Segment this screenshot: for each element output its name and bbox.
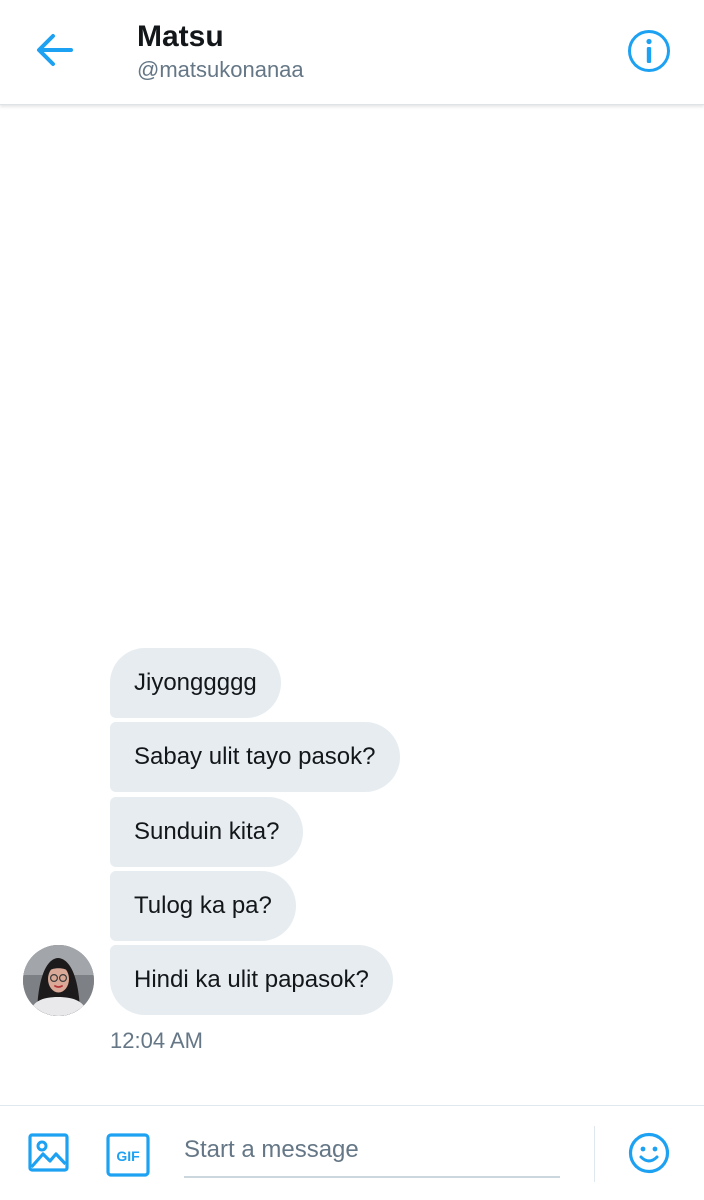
message-bubble[interactable]: Sunduin kita? bbox=[110, 797, 304, 867]
message-bubble[interactable]: Tulog ka pa? bbox=[110, 871, 296, 941]
message-input[interactable] bbox=[184, 1124, 560, 1178]
add-photo-button[interactable] bbox=[26, 1130, 72, 1176]
contact-handle: @matsukonanaa bbox=[137, 57, 304, 82]
message-bubble[interactable]: Hindi ka ulit papasok? bbox=[110, 945, 393, 1015]
gif-icon: GIF bbox=[106, 1133, 150, 1177]
message-list[interactable]: Jiyonggggg Sabay ulit tayo pasok? Sundui… bbox=[0, 105, 704, 1105]
message-bubble[interactable]: Jiyonggggg bbox=[110, 648, 281, 718]
emoji-button[interactable] bbox=[626, 1130, 672, 1176]
gif-label: GIF bbox=[116, 1148, 140, 1164]
message-composer: GIF bbox=[0, 1105, 704, 1200]
dm-conversation-screen: Matsu @matsukonanaa Jiyonggggg Sabay uli… bbox=[0, 0, 704, 1200]
contact-info-block[interactable]: Matsu @matsukonanaa bbox=[137, 20, 304, 84]
avatar-image bbox=[23, 945, 94, 1016]
conversation-header: Matsu @matsukonanaa bbox=[0, 0, 704, 105]
add-gif-button[interactable]: GIF bbox=[105, 1132, 151, 1178]
image-icon bbox=[28, 1133, 69, 1172]
arrow-left-icon bbox=[37, 34, 73, 66]
info-button[interactable] bbox=[624, 26, 674, 76]
message-timestamp: 12:04 AM bbox=[110, 1028, 203, 1053]
smiley-icon bbox=[628, 1132, 670, 1174]
back-button[interactable] bbox=[26, 26, 84, 74]
avatar[interactable] bbox=[23, 945, 94, 1016]
info-icon bbox=[628, 30, 670, 72]
contact-name: Matsu bbox=[137, 20, 224, 53]
composer-divider bbox=[594, 1126, 595, 1182]
message-bubble[interactable]: Sabay ulit tayo pasok? bbox=[110, 722, 400, 792]
